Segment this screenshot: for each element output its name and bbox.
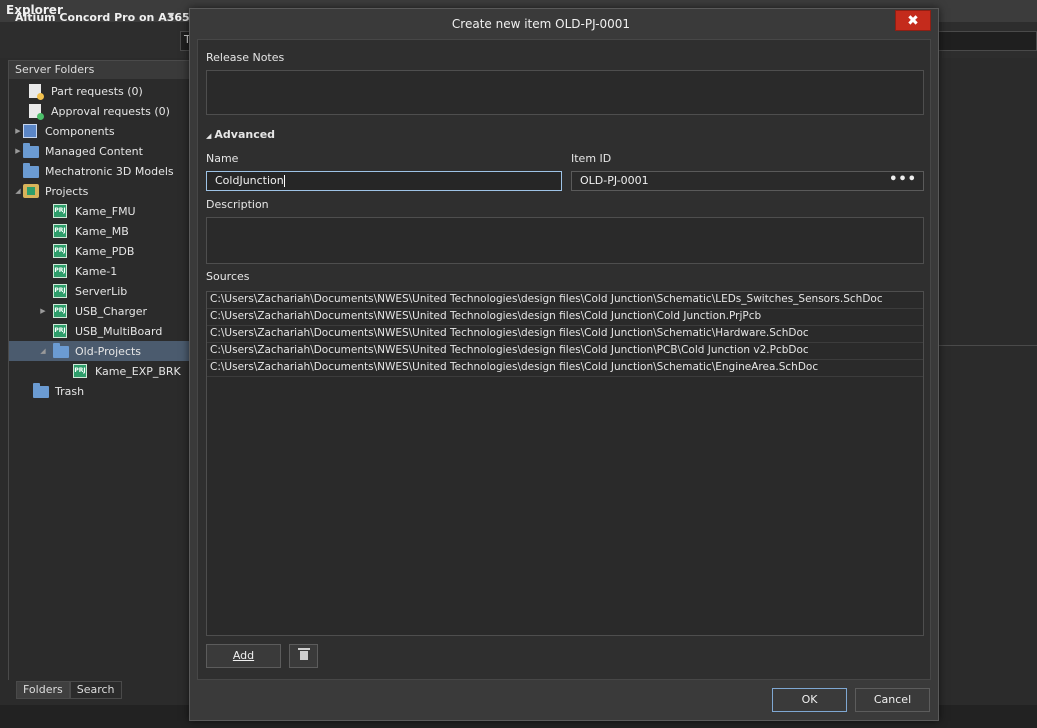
sources-list[interactable]: C:\Users\Zachariah\Documents\NWES\United… xyxy=(206,291,924,636)
description-label: Description xyxy=(206,198,269,211)
tab-folders[interactable]: Folders xyxy=(16,681,70,699)
expand-arrow-icon[interactable]: ▶ xyxy=(13,147,23,155)
tree-item-trash[interactable]: Trash xyxy=(9,381,190,401)
tree-item-old-projects[interactable]: ◢ Old-Projects xyxy=(9,341,190,361)
tree-item-label: Mechatronic 3D Models xyxy=(45,164,174,178)
tree-item-label: Trash xyxy=(55,384,85,398)
tree-item-label: Kame-1 xyxy=(75,264,118,278)
tree-item-label: Part requests (0) xyxy=(51,84,143,98)
tree-item-label: Kame_EXP_BRK xyxy=(95,364,181,378)
name-field[interactable]: ColdJunction xyxy=(206,171,562,191)
collapse-arrow-icon[interactable]: ◢ xyxy=(13,187,23,195)
list-item[interactable]: C:\Users\Zachariah\Documents\NWES\United… xyxy=(207,360,923,377)
sources-label: Sources xyxy=(206,270,250,283)
trash-icon xyxy=(297,648,310,660)
content-pane xyxy=(930,58,1037,728)
server-selector[interactable]: Altium Concord Pro on A365 xyxy=(15,11,190,24)
tree-item-kame-mb[interactable]: PRJ Kame_MB xyxy=(9,221,190,241)
project-icon: PRJ xyxy=(53,284,69,298)
tree-item-label: USB_Charger xyxy=(75,304,148,318)
tree-item-part-requests[interactable]: Part requests (0) xyxy=(9,81,190,101)
item-id-value: OLD-PJ-0001 xyxy=(580,174,649,187)
tree-item-label: Old-Projects xyxy=(75,344,142,358)
tree-item-label: ServerLib xyxy=(75,284,128,298)
project-icon: PRJ xyxy=(73,364,89,378)
project-icon: PRJ xyxy=(53,204,69,218)
tree-item-managed-content[interactable]: ▶ Managed Content xyxy=(9,141,190,161)
tree-item-kame-1[interactable]: PRJ Kame-1 xyxy=(9,261,190,281)
cancel-button[interactable]: Cancel xyxy=(855,688,930,712)
tree-item-kame-exp-brk[interactable]: PRJ Kame_EXP_BRK xyxy=(9,361,190,381)
dialog-body: Release Notes ◢ Advanced Name ColdJunctio… xyxy=(197,39,931,680)
tree-item-label: Kame_PDB xyxy=(75,244,135,258)
release-notes-field[interactable] xyxy=(206,70,924,115)
components-icon xyxy=(23,124,39,138)
tree-item-kame-pdb[interactable]: PRJ Kame_PDB xyxy=(9,241,190,261)
approval-request-icon xyxy=(29,104,45,120)
delete-button[interactable] xyxy=(289,644,318,668)
part-request-icon xyxy=(29,84,45,100)
close-icon[interactable]: ✖ xyxy=(895,10,931,31)
text-caret xyxy=(283,175,285,187)
create-item-dialog: Create new item OLD-PJ-0001 ✖ Release No… xyxy=(189,8,939,721)
folder-icon xyxy=(33,383,49,398)
content-divider xyxy=(930,345,1037,346)
folder-icon xyxy=(53,343,69,358)
list-item[interactable]: C:\Users\Zachariah\Documents\NWES\United… xyxy=(207,309,923,326)
name-value: ColdJunction xyxy=(215,174,284,187)
project-icon: PRJ xyxy=(53,264,69,278)
advanced-toggle[interactable]: ◢ Advanced xyxy=(206,128,275,141)
tree-item-label: Approval requests (0) xyxy=(51,104,170,118)
ok-button[interactable]: OK xyxy=(772,688,847,712)
tree-item-label: Kame_MB xyxy=(75,224,129,238)
tree-item-label: Components xyxy=(45,124,115,138)
tree-item-mechatronic-3d-models[interactable]: Mechatronic 3D Models xyxy=(9,161,190,181)
server-folders-panel: Server Folders Part requests (0) Approva… xyxy=(8,60,190,680)
tab-search[interactable]: Search xyxy=(69,681,122,699)
folder-icon xyxy=(23,163,39,178)
tree-item-kame-fmu[interactable]: PRJ Kame_FMU xyxy=(9,201,190,221)
tree-item-components[interactable]: ▶ Components xyxy=(9,121,190,141)
add-label: Add xyxy=(232,649,255,662)
release-notes-label: Release Notes xyxy=(206,51,285,64)
project-icon: PRJ xyxy=(53,324,69,338)
expand-arrow-icon[interactable]: ▶ xyxy=(33,307,53,315)
folder-icon xyxy=(23,143,39,158)
tree-item-projects[interactable]: ◢ Projects xyxy=(9,181,190,201)
project-icon: PRJ xyxy=(53,304,69,318)
name-label: Name xyxy=(206,152,239,165)
collapse-arrow-icon[interactable]: ◢ xyxy=(33,347,53,355)
more-options-icon[interactable]: ••• xyxy=(889,172,917,187)
expand-arrow-icon[interactable]: ▶ xyxy=(13,127,23,135)
project-icon: PRJ xyxy=(53,244,69,258)
list-item[interactable]: C:\Users\Zachariah\Documents\NWES\United… xyxy=(207,343,923,360)
tree-item-label: Kame_FMU xyxy=(75,204,136,218)
item-id-field[interactable]: OLD-PJ-0001 ••• xyxy=(571,171,924,191)
dialog-title: Create new item OLD-PJ-0001 xyxy=(451,17,631,31)
tree-item-approval-requests[interactable]: Approval requests (0) xyxy=(9,101,190,121)
server-folders-header: Server Folders xyxy=(9,61,189,79)
dialog-titlebar[interactable]: Create new item OLD-PJ-0001 ✖ xyxy=(190,9,938,39)
project-icon: PRJ xyxy=(53,224,69,238)
panel-tabs: Folders Search xyxy=(16,681,122,699)
collapse-arrow-icon: ◢ xyxy=(206,132,212,140)
advanced-label: Advanced xyxy=(214,128,276,141)
list-item[interactable]: C:\Users\Zachariah\Documents\NWES\United… xyxy=(207,326,923,343)
tree-item-serverlib[interactable]: PRJ ServerLib xyxy=(9,281,190,301)
description-field[interactable] xyxy=(206,217,924,264)
add-button[interactable]: Add xyxy=(206,644,281,668)
chevron-down-icon[interactable]: ▼ xyxy=(168,11,174,20)
tree-item-label: Managed Content xyxy=(45,144,143,158)
tree-item-label: USB_MultiBoard xyxy=(75,324,163,338)
tree-item-usb-charger[interactable]: ▶ PRJ USB_Charger xyxy=(9,301,190,321)
item-id-label: Item ID xyxy=(571,152,612,165)
projects-icon xyxy=(23,184,39,198)
tree-item-usb-multiboard[interactable]: PRJ USB_MultiBoard xyxy=(9,321,190,341)
list-item[interactable]: C:\Users\Zachariah\Documents\NWES\United… xyxy=(207,292,923,309)
tree-item-label: Projects xyxy=(45,184,89,198)
